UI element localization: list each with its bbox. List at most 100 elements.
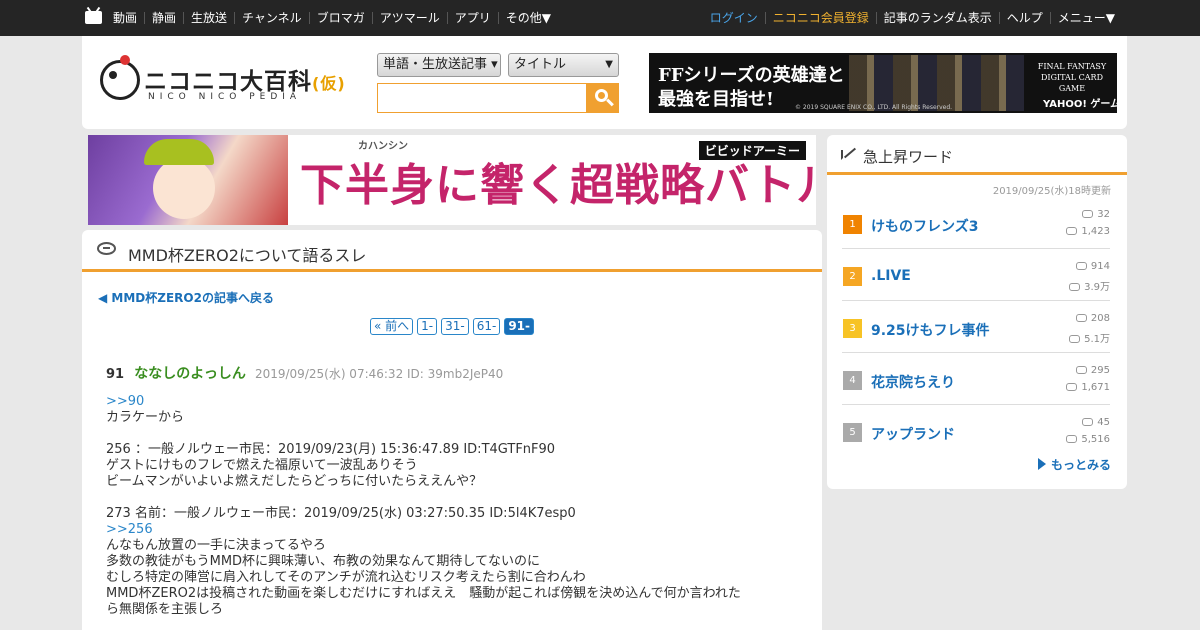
comment-count-icon bbox=[1066, 227, 1078, 235]
post-line: ゲストにけものフレで燃えた福原いて一波乱ありそう bbox=[106, 458, 418, 473]
random-article-link[interactable]: 記事のランダム表示 bbox=[875, 12, 999, 24]
post-line: 多数の教徒がもうMMD杯に興味薄い、布教の効果なんて期待してないのに bbox=[106, 554, 541, 569]
comment-count: 5.1万 bbox=[1084, 334, 1110, 345]
niconico-tv-icon[interactable] bbox=[85, 11, 102, 24]
banner-character-hat bbox=[144, 139, 214, 165]
quoted-header-273: 273 名前：一般ノルウェー市民：2019/09/25(水) 03:27:50.… bbox=[106, 506, 576, 521]
trending-updated-time: 2019/09/25(水)18時更新 bbox=[992, 186, 1111, 197]
trending-item[interactable]: 3 9.25けもフレ事件 208 5.1万 bbox=[842, 301, 1110, 353]
nav-channel[interactable]: チャンネル bbox=[234, 12, 309, 24]
pager-page-91-current[interactable]: 91- bbox=[504, 318, 535, 335]
trending-title: 急上昇ワード bbox=[863, 148, 954, 166]
banner-character-art bbox=[88, 135, 288, 225]
logo-title: ニコニコ大百科(仮) bbox=[144, 69, 346, 95]
game-banner-ad[interactable]: カハンシン 下半身に響く超戦略バトル ビビッドアーミー bbox=[88, 135, 816, 225]
quoted-header-256: 256 ：一般ノルウェー市民：2019/09/23(月) 15:36:47.89… bbox=[106, 442, 556, 457]
post-author: ななしのよっしん bbox=[134, 366, 246, 382]
reply-anchor-link[interactable]: >>256 bbox=[106, 522, 806, 538]
view-count-icon bbox=[1075, 262, 1087, 270]
nav-blomaga[interactable]: ブロマガ bbox=[308, 12, 372, 24]
trending-word-link[interactable]: けものフレンズ3 bbox=[871, 216, 978, 236]
search-icon-handle bbox=[606, 98, 614, 107]
trending-word-link[interactable]: アップランド bbox=[871, 424, 955, 444]
view-count-icon bbox=[1082, 210, 1094, 218]
pager-page-61[interactable]: 61- bbox=[472, 318, 501, 335]
dropdown-arrow-icon: ▼ bbox=[605, 59, 613, 70]
pager-page-31[interactable]: 31- bbox=[441, 318, 469, 335]
back-to-article-link[interactable]: ◀ MMD杯ZERO2の記事へ戻る bbox=[98, 289, 274, 306]
account-links: ログイン ニコニコ会員登録 記事のランダム表示 ヘルプ メニュー▼ bbox=[703, 0, 1122, 36]
rank-badge: 4 bbox=[843, 371, 862, 390]
nicopedia-logo[interactable]: ニコニコ大百科(仮) NICO NICO PEDIA bbox=[98, 55, 348, 112]
post-line: むしろ特定の陣営に肩入れしてそのアンチが流れ込むリスク考えたら割に合わんわ bbox=[106, 570, 586, 585]
rank-badge: 1 bbox=[843, 215, 862, 234]
trending-item[interactable]: 4 花京院ちえり 295 1,671 bbox=[842, 353, 1110, 405]
nav-seiga[interactable]: 静画 bbox=[144, 12, 183, 24]
thread-header: MMD杯ZERO2について語るスレ bbox=[82, 230, 822, 272]
trending-item[interactable]: 5 アップランド 45 5,516 bbox=[842, 405, 1110, 457]
post-line: ら無関係を主張しろ bbox=[106, 602, 224, 617]
pager-prev[interactable]: « 前へ bbox=[369, 318, 414, 335]
show-more-link[interactable]: もっとみる bbox=[1037, 456, 1111, 473]
nav-atsumaru[interactable]: アツマール bbox=[371, 12, 447, 24]
comment-count-icon bbox=[1069, 335, 1081, 343]
ad-partner-logo: YAHOO! ゲーム bbox=[1043, 99, 1117, 110]
menu-dropdown[interactable]: メニュー▼ bbox=[1049, 12, 1122, 24]
pager-page-1[interactable]: 1- bbox=[417, 318, 438, 335]
ad-line-1: FFシリーズの英雄達と bbox=[658, 65, 845, 86]
nav-douga[interactable]: 動画 bbox=[106, 12, 144, 24]
play-arrow-icon bbox=[1037, 458, 1046, 470]
trending-header: 急上昇ワード bbox=[827, 135, 1127, 175]
login-link[interactable]: ログイン bbox=[703, 12, 765, 24]
comment-count: 3.9万 bbox=[1084, 282, 1110, 293]
reply-anchor-link[interactable]: >>90 bbox=[106, 394, 806, 410]
post-line: ビームマンがいよいよ燃えだしたらどっちに付いたらええんや？ bbox=[106, 474, 483, 489]
register-link[interactable]: ニコニコ会員登録 bbox=[764, 12, 876, 24]
rank-badge: 2 bbox=[843, 267, 862, 286]
trending-words-panel: 急上昇ワード 2019/09/25(水)18時更新 1 けものフレンズ3 32 … bbox=[827, 135, 1127, 489]
ad-ff-logo: FINAL FANTASY DIGITAL CARD GAME bbox=[1037, 62, 1107, 93]
search-button[interactable] bbox=[587, 83, 619, 113]
comment-count-icon bbox=[1066, 435, 1078, 443]
view-count: 208 bbox=[1090, 313, 1110, 324]
rank-badge: 3 bbox=[843, 319, 862, 338]
service-links: 動画 静画 生放送 チャンネル ブロマガ アツマール アプリ その他▼ bbox=[106, 0, 558, 36]
logo-subtitle: NICO NICO PEDIA bbox=[148, 92, 302, 102]
nav-others-dropdown[interactable]: その他▼ bbox=[497, 12, 558, 24]
banner-brand-logo: ビビッドアーミー bbox=[698, 141, 806, 160]
view-count: 32 bbox=[1097, 209, 1110, 220]
ad-copyright: © 2019 SQUARE ENIX CO., LTD. All Rights … bbox=[795, 104, 953, 111]
help-link[interactable]: ヘルプ bbox=[998, 12, 1050, 24]
view-count: 295 bbox=[1090, 365, 1110, 376]
comment-count-icon bbox=[1066, 383, 1078, 391]
post-body: >>90 カラケーから 256 ：一般ノルウェー市民：2019/09/23(月)… bbox=[106, 394, 806, 618]
thread-title: MMD杯ZERO2について語るスレ bbox=[128, 246, 367, 265]
nav-live[interactable]: 生放送 bbox=[183, 12, 234, 24]
search-field-select[interactable]: タイトル ▼ bbox=[508, 53, 619, 77]
ad-line-2: 最強を目指せ! bbox=[658, 89, 774, 110]
comment-count: 1,423 bbox=[1081, 226, 1110, 237]
trending-item[interactable]: 2 .LIVE 914 3.9万 bbox=[842, 249, 1110, 301]
nav-app[interactable]: アプリ bbox=[446, 12, 498, 24]
site-header: ニコニコ大百科(仮) NICO NICO PEDIA 単語・生放送記事 ▾ タイ… bbox=[82, 36, 1127, 129]
trending-word-link[interactable]: .LIVE bbox=[871, 268, 911, 284]
search-field-value: タイトル bbox=[514, 57, 567, 72]
ad-character-art bbox=[849, 55, 1024, 111]
trending-word-link[interactable]: 花京院ちえり bbox=[871, 372, 955, 392]
comment-count: 5,516 bbox=[1081, 434, 1110, 445]
view-count: 914 bbox=[1090, 261, 1110, 272]
trending-word-link[interactable]: 9.25けもフレ事件 bbox=[871, 320, 990, 340]
bbs-bubble-icon bbox=[97, 242, 116, 255]
thread-panel: MMD杯ZERO2について語るスレ ◀ MMD杯ZERO2の記事へ戻る « 前へ… bbox=[82, 230, 822, 630]
rank-badge: 5 bbox=[843, 423, 862, 442]
search-type-select[interactable]: 単語・生放送記事 ▾ bbox=[377, 53, 501, 77]
post-number: 91 bbox=[106, 367, 125, 382]
comment-count: 1,671 bbox=[1081, 382, 1110, 393]
view-count-icon bbox=[1082, 418, 1094, 426]
ff-advertisement[interactable]: FFシリーズの英雄達と 最強を目指せ! FINAL FANTASY DIGITA… bbox=[649, 53, 1117, 113]
trending-item[interactable]: 1 けものフレンズ3 32 1,423 bbox=[842, 197, 1110, 249]
banner-character-face bbox=[153, 157, 215, 219]
comment-count-icon bbox=[1069, 283, 1081, 291]
search-input[interactable] bbox=[377, 83, 587, 113]
